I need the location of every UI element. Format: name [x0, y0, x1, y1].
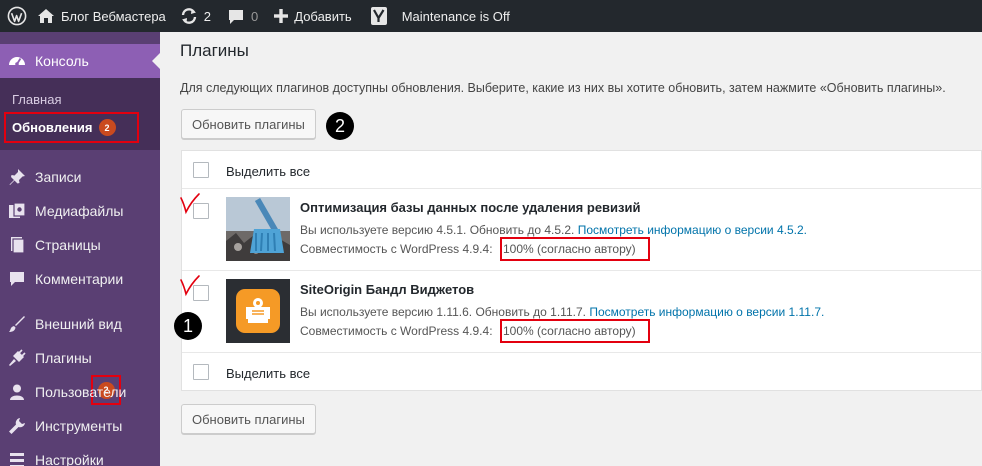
menu-pages-label: Страницы — [35, 237, 101, 253]
brush-icon — [0, 315, 34, 333]
menu-pages[interactable]: Страницы — [0, 228, 160, 262]
site-name-link[interactable]: Блог Вебмастера — [37, 0, 174, 32]
page-title: Плагины — [180, 41, 249, 60]
maintenance-status[interactable]: Maintenance is Off — [402, 0, 518, 32]
plus-icon — [274, 9, 289, 23]
updates-badge: 2 — [98, 119, 116, 136]
menu-appearance-label: Внешний вид — [35, 316, 122, 332]
menu-console-label: Консоль — [35, 53, 89, 69]
plugin-version-link[interactable]: Посмотреть информацию о версии 1.11.7. — [589, 305, 824, 319]
plugin-version-link[interactable]: Посмотреть информацию о версии 4.5.2. — [578, 223, 807, 237]
updates-link[interactable]: 2 — [174, 0, 219, 32]
plugin-row: Оптимизация базы данных после удаления р… — [182, 189, 982, 271]
pages-icon — [0, 236, 34, 254]
menu-console[interactable]: Консоль — [0, 44, 160, 78]
check-mark-annotation — [180, 275, 200, 297]
submenu-home[interactable]: Главная — [12, 92, 61, 107]
select-all-label-top: Выделить все — [226, 164, 311, 179]
wordpress-logo[interactable] — [0, 0, 37, 32]
comment-icon — [0, 270, 34, 288]
menu-posts[interactable]: Записи — [0, 160, 160, 194]
dashboard-icon — [0, 51, 34, 71]
plugin-thumbnail — [226, 279, 290, 343]
plugins-table: Выделить все Оптимизация базы данных пос… — [181, 150, 982, 391]
menu-users[interactable]: Пользователи — [0, 375, 160, 409]
plugin-version-line: Вы используете версию 1.11.6. Обновить д… — [300, 305, 824, 319]
select-all-row-top: Выделить все — [182, 151, 982, 189]
media-icon — [0, 202, 34, 220]
menu-plugins-label: Плагины — [35, 350, 92, 366]
admin-bar: Блог Вебмастера 2 0 Добавить Maintenance… — [0, 0, 982, 32]
submenu-updates[interactable]: Обновления 2 — [4, 112, 139, 143]
menu-posts-label: Записи — [35, 169, 82, 185]
plugin-version-text: Вы используете версию 1.11.6. Обновить д… — [300, 305, 586, 319]
check-mark-annotation — [180, 193, 200, 215]
select-all-checkbox-bottom[interactable] — [193, 364, 209, 380]
intro-text: Для следующих плагинов доступны обновлен… — [180, 81, 946, 95]
plugin-icon — [0, 349, 34, 367]
home-icon — [38, 9, 54, 23]
site-name: Блог Вебмастера — [61, 8, 166, 24]
plugin-version-line: Вы используете версию 4.5.1. Обновить до… — [300, 223, 807, 237]
menu-users-label: Пользователи — [35, 384, 127, 400]
annotation-1: 1 — [174, 312, 202, 340]
plugin-compat-prefix: Совместимость с WordPress 4.9.4: — [300, 324, 493, 338]
maintenance-label: Maintenance is Off — [401, 8, 510, 24]
menu-comments[interactable]: Комментарии — [0, 262, 160, 296]
wrench-icon — [0, 417, 34, 435]
wordpress-icon — [7, 6, 27, 26]
yoast-icon — [370, 7, 387, 25]
add-new-link[interactable]: Добавить — [266, 0, 359, 32]
menu-media-label: Медиафайлы — [35, 203, 124, 219]
user-icon — [0, 383, 34, 401]
updates-count: 2 — [203, 8, 212, 24]
menu-settings-label: Настройки — [35, 452, 104, 466]
update-plugins-button-bottom[interactable]: Обновить плагины — [181, 404, 316, 434]
menu-settings[interactable]: Настройки — [0, 443, 160, 466]
plugin-compat-value: 100% (согласно автору) — [500, 237, 650, 261]
add-new-label: Добавить — [294, 8, 352, 24]
menu-tools-label: Инструменты — [35, 418, 123, 434]
admin-sidebar: Консоль Главная Обновления 2 Записи Меди… — [0, 32, 160, 466]
select-all-row-bottom: Выделить все — [182, 353, 982, 391]
select-all-checkbox-top[interactable] — [193, 162, 209, 178]
annotation-2: 2 — [326, 112, 354, 140]
menu-media[interactable]: Медиафайлы — [0, 194, 160, 228]
plugin-thumbnail — [226, 197, 290, 261]
main-content: Плагины Для следующих плагинов доступны … — [160, 32, 982, 466]
pin-icon — [0, 168, 34, 186]
plugin-version-text: Вы используете версию 4.5.1. Обновить до… — [300, 223, 575, 237]
yoast-menu[interactable] — [360, 0, 402, 32]
comments-count: 0 — [251, 8, 259, 24]
menu-plugins[interactable]: Плагины — [0, 341, 160, 375]
submenu-updates-label: Обновления — [12, 120, 93, 135]
comment-icon — [229, 9, 244, 24]
refresh-icon — [181, 8, 196, 24]
menu-comments-label: Комментарии — [35, 271, 124, 287]
select-all-label-bottom: Выделить все — [226, 366, 311, 381]
plugin-name: SiteOrigin Бандл Виджетов — [300, 282, 475, 297]
plugin-name: Оптимизация базы данных после удаления р… — [300, 200, 641, 215]
menu-appearance[interactable]: Внешний вид — [0, 307, 160, 341]
plugin-row: SiteOrigin Бандл Виджетов Вы используете… — [182, 271, 982, 353]
comments-link[interactable]: 0 — [219, 0, 266, 32]
plugin-compat-prefix: Совместимость с WordPress 4.9.4: — [300, 242, 493, 256]
update-plugins-button-top[interactable]: Обновить плагины — [181, 109, 316, 139]
plugin-compat-value: 100% (согласно автору) — [500, 319, 650, 343]
settings-icon — [0, 451, 34, 466]
menu-tools[interactable]: Инструменты — [0, 409, 160, 443]
